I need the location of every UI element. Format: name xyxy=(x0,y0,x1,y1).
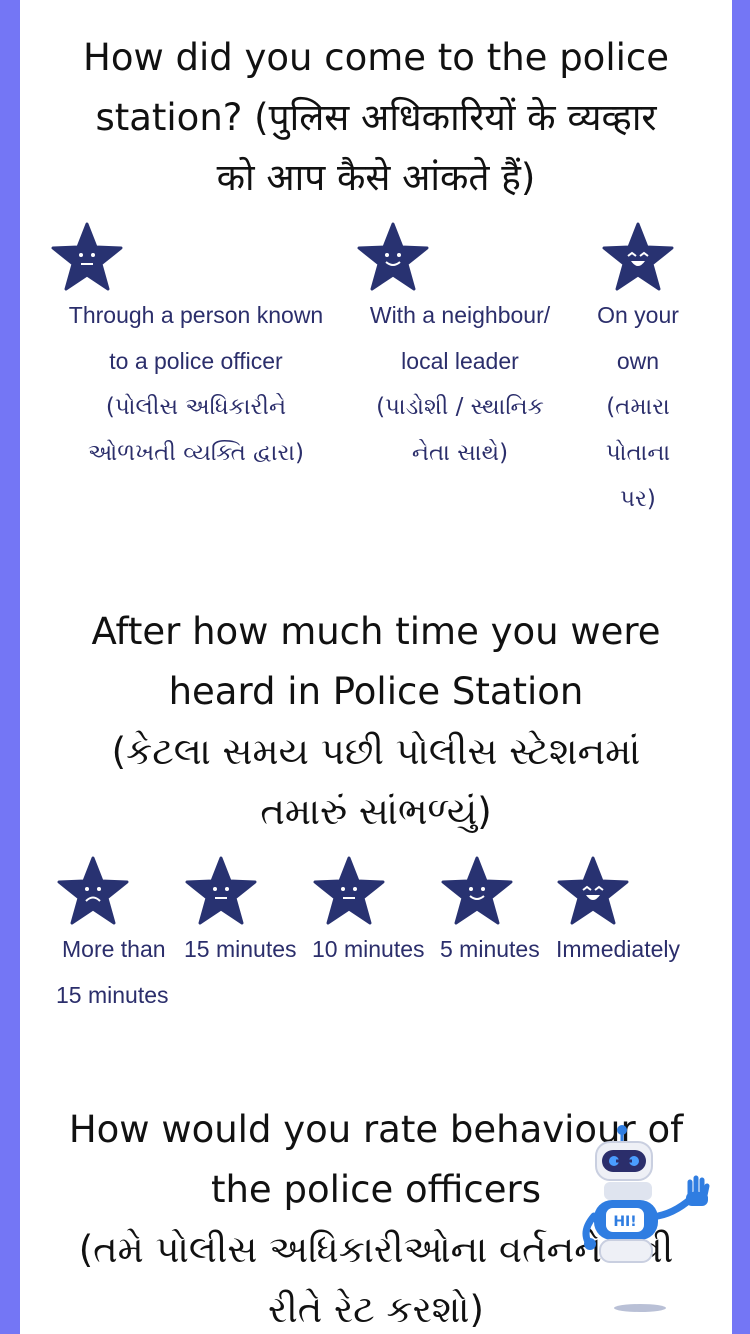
chatbot-badge: HI! xyxy=(613,1214,636,1230)
q1-option-2-gu-1: (પાડોશી / સ્થાનિક xyxy=(376,394,544,420)
question-1-line-1: How did you come to the police xyxy=(83,36,669,79)
q2-option-1-en-1: More than xyxy=(62,936,166,962)
neutral-star-icon xyxy=(51,222,123,291)
question-2-title: After how much time you were heard in Po… xyxy=(20,602,732,842)
q2-option-immediately[interactable]: Immediately xyxy=(556,856,696,972)
question-2-line-4: તમારું સાંભળ્યું) xyxy=(260,790,492,833)
question-2-line-1: After how much time you were xyxy=(91,610,661,653)
q1-option-3-en-2: own xyxy=(616,348,660,374)
q2-option-4-en-1: 5 minutes xyxy=(440,936,540,962)
q1-option-2-gu-2: નેતા સાથે) xyxy=(411,440,509,466)
q1-option-1-gu-1: (પોલીસ અધિકારીને xyxy=(105,394,287,420)
q2-option-15-minutes[interactable]: 15 minutes xyxy=(184,856,310,972)
sad-star-icon xyxy=(57,856,129,925)
question-2-line-3: (કેટલા સમય પછી પોલીસ સ્ટેશનમાં xyxy=(111,730,641,773)
q2-option-2-en-1: 15 minutes xyxy=(184,936,297,962)
q1-option-1-en-1: Through a person known xyxy=(68,302,324,328)
q1-option-neighbour[interactable]: With a neighbour/ local leader (પાડોશી /… xyxy=(354,222,566,476)
chatbot-robot-icon[interactable]: HI! xyxy=(578,1120,718,1320)
q1-option-1-en-2: to a police officer xyxy=(109,348,283,374)
q1-option-own[interactable]: On your own (તમારા પોતાના પર) xyxy=(580,222,696,522)
q1-option-2-en-2: local leader xyxy=(401,348,519,374)
survey-card: How did you come to the police station? … xyxy=(20,0,732,1334)
q1-option-3-en-1: On your xyxy=(597,302,679,328)
question-1-line-2: station? (पुलिस अधिकारियों के व्यव्हार xyxy=(95,96,657,139)
smile-star-icon xyxy=(357,222,429,291)
q1-option-3-gu-3: પર) xyxy=(620,486,656,512)
smile-star-icon xyxy=(441,856,513,925)
happy-star-icon xyxy=(557,856,629,925)
q1-option-2-en-1: With a neighbour/ xyxy=(369,302,551,328)
question-1-title: How did you come to the police station? … xyxy=(20,28,732,208)
question-2-line-2: heard in Police Station xyxy=(168,670,584,713)
q2-option-1-en-2: 15 minutes xyxy=(56,982,169,1008)
q2-option-more-than-15[interactable]: More than 15 minutes xyxy=(56,856,182,1018)
happy-star-icon xyxy=(602,222,674,291)
q1-option-3-gu-1: (તમારા xyxy=(606,394,670,420)
q1-option-person-known[interactable]: Through a person known to a police offic… xyxy=(34,222,358,476)
q2-option-5-en-1: Immediately xyxy=(556,936,680,962)
neutral-star-icon xyxy=(185,856,257,925)
q2-option-3-en-1: 10 minutes xyxy=(312,936,425,962)
q2-option-5-minutes[interactable]: 5 minutes xyxy=(440,856,556,972)
neutral-star-icon xyxy=(313,856,385,925)
q2-option-10-minutes[interactable]: 10 minutes xyxy=(312,856,438,972)
question-1-line-3: को आप कैसे आंकते हैं) xyxy=(216,156,536,199)
q1-option-1-gu-2: ઓળખતી વ્યક્તિ દ્વારા) xyxy=(88,440,304,466)
q1-option-3-gu-2: પોતાના xyxy=(605,440,671,466)
